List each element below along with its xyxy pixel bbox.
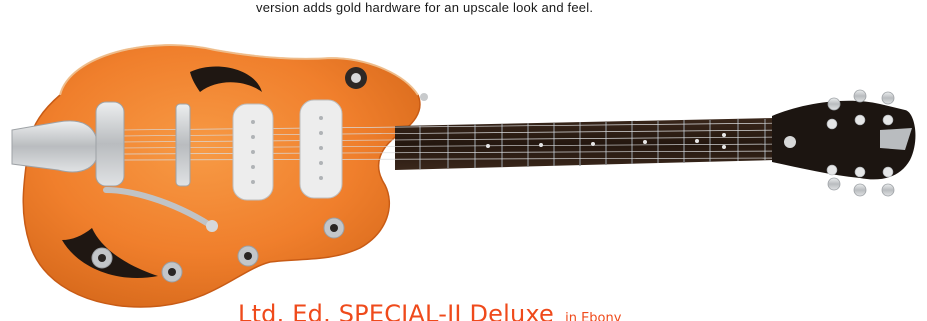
product-title-strip: Ltd. Ed. SPECIAL-II Deluxe in Ebony bbox=[0, 296, 927, 321]
tuner-peg bbox=[853, 183, 867, 197]
tuner-peg bbox=[827, 177, 841, 191]
strap-button bbox=[420, 93, 428, 101]
product-title: Ltd. Ed. SPECIAL-II Deluxe in Ebony bbox=[238, 300, 621, 321]
guitar-neck bbox=[395, 118, 775, 170]
guitar-image bbox=[11, 44, 916, 308]
tuner-peg bbox=[881, 183, 895, 197]
tuner-peg bbox=[827, 97, 841, 111]
bridge bbox=[175, 103, 191, 187]
tuner-peg bbox=[881, 91, 895, 105]
headstock-emblem bbox=[784, 136, 796, 148]
tuner-peg bbox=[853, 89, 867, 103]
vibrato-tailpiece bbox=[11, 120, 99, 173]
product-name: Ltd. Ed. SPECIAL-II Deluxe bbox=[238, 300, 555, 321]
product-finish: in Ebony bbox=[565, 311, 622, 321]
